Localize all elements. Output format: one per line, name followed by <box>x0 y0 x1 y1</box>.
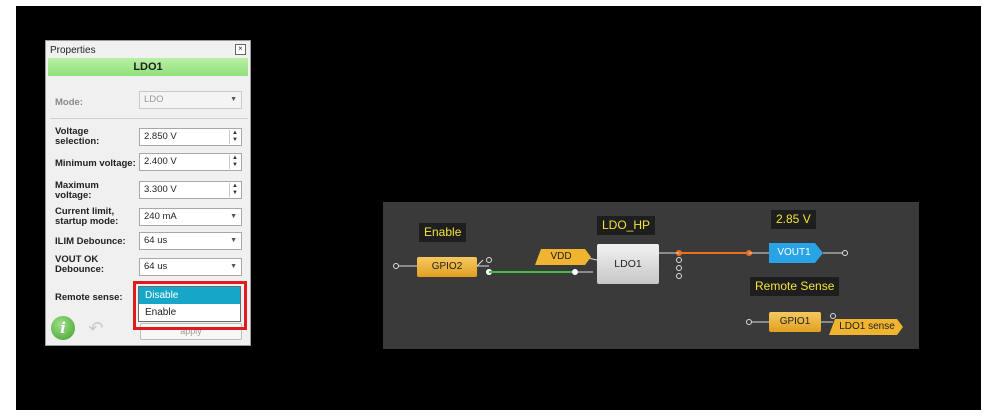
chevron-down-icon: ▼ <box>230 237 237 244</box>
ldo-hp-label: LDO_HP <box>597 216 656 235</box>
spin-arrows-icon[interactable]: ▲ ▼ <box>229 155 240 169</box>
ilim-debounce-value: 64 us <box>144 235 168 246</box>
label-line: voltage: <box>55 190 92 201</box>
pin <box>676 257 682 263</box>
current-limit-label: Current limit, startup mode: <box>55 207 118 227</box>
minimum-voltage-label: Minimum voltage: <box>55 158 136 169</box>
vdd-tag[interactable]: VDD <box>541 250 581 264</box>
pin <box>572 269 578 275</box>
gpio2-block[interactable]: GPIO2 <box>417 257 477 277</box>
vout-ok-debounce-select[interactable]: 64 us ▼ <box>139 258 242 276</box>
label-line: startup mode: <box>55 216 119 227</box>
info-icon[interactable]: i <box>51 316 75 340</box>
close-icon[interactable]: × <box>235 44 246 55</box>
enable-label: Enable <box>419 223 467 242</box>
ilim-debounce-select[interactable]: 64 us ▼ <box>139 232 242 250</box>
maximum-voltage-label: Maximum voltage: <box>55 181 99 201</box>
mode-label: Mode: <box>55 97 83 108</box>
chevron-down-icon: ▼ <box>230 213 237 220</box>
minimum-voltage-spinbox[interactable]: 2.400 V ▲ ▼ <box>139 153 242 171</box>
minimum-voltage-value: 2.400 V <box>144 156 177 167</box>
ldo1-block[interactable]: LDO1 <box>597 244 659 284</box>
spin-arrows-icon[interactable]: ▲ ▼ <box>229 130 240 144</box>
panel-title: Properties <box>50 45 96 56</box>
vout-value-label: 2.85 V <box>771 210 816 229</box>
vout1-tag[interactable]: VOUT1 <box>769 243 819 263</box>
maximum-voltage-value: 3.300 V <box>144 184 177 195</box>
voltage-selection-label: Voltage selection: <box>55 127 99 147</box>
maximum-voltage-spinbox[interactable]: 3.300 V ▲ ▼ <box>139 181 242 199</box>
highlight-box <box>133 281 247 330</box>
current-limit-value: 240 mA <box>144 211 177 222</box>
vout-ok-debounce-value: 64 us <box>144 261 168 272</box>
current-limit-select[interactable]: 240 mA ▼ <box>139 208 242 226</box>
divider <box>50 118 248 119</box>
chevron-down-icon: ▼ <box>230 263 237 270</box>
pin <box>676 265 682 271</box>
pin <box>842 250 848 256</box>
label-line: Debounce: <box>55 264 105 275</box>
pin <box>676 273 682 279</box>
undo-icon[interactable]: ↶ <box>84 317 108 339</box>
mode-select: LDO ▼ <box>139 91 242 109</box>
pin <box>393 263 399 269</box>
spin-arrows-icon[interactable]: ▲ ▼ <box>229 183 240 197</box>
chevron-down-icon: ▼ <box>230 96 237 103</box>
label-line: selection: <box>55 136 100 147</box>
wire <box>476 259 484 267</box>
component-name-header: LDO1 <box>48 58 248 76</box>
pin <box>830 313 836 319</box>
remote-sense-label: Remote Sense <box>750 277 840 296</box>
remote-sense-label: Remote sense: <box>55 292 123 303</box>
mode-value: LDO <box>144 94 164 105</box>
ldo1-sense-tag[interactable]: LDO1 sense <box>835 320 899 334</box>
voltage-selection-value: 2.850 V <box>144 131 177 142</box>
pin <box>486 257 492 263</box>
pin <box>746 319 752 325</box>
gpio1-block[interactable]: GPIO1 <box>769 312 821 332</box>
vout-ok-debounce-label: VOUT OK Debounce: <box>55 255 104 275</box>
voltage-selection-spinbox[interactable]: 2.850 V ▲ ▼ <box>139 128 242 146</box>
ilim-debounce-label: ILIM Debounce: <box>55 236 126 247</box>
schematic-canvas[interactable]: Enable LDO_HP 2.85 V Remote Sense GPIO2 … <box>383 202 919 349</box>
